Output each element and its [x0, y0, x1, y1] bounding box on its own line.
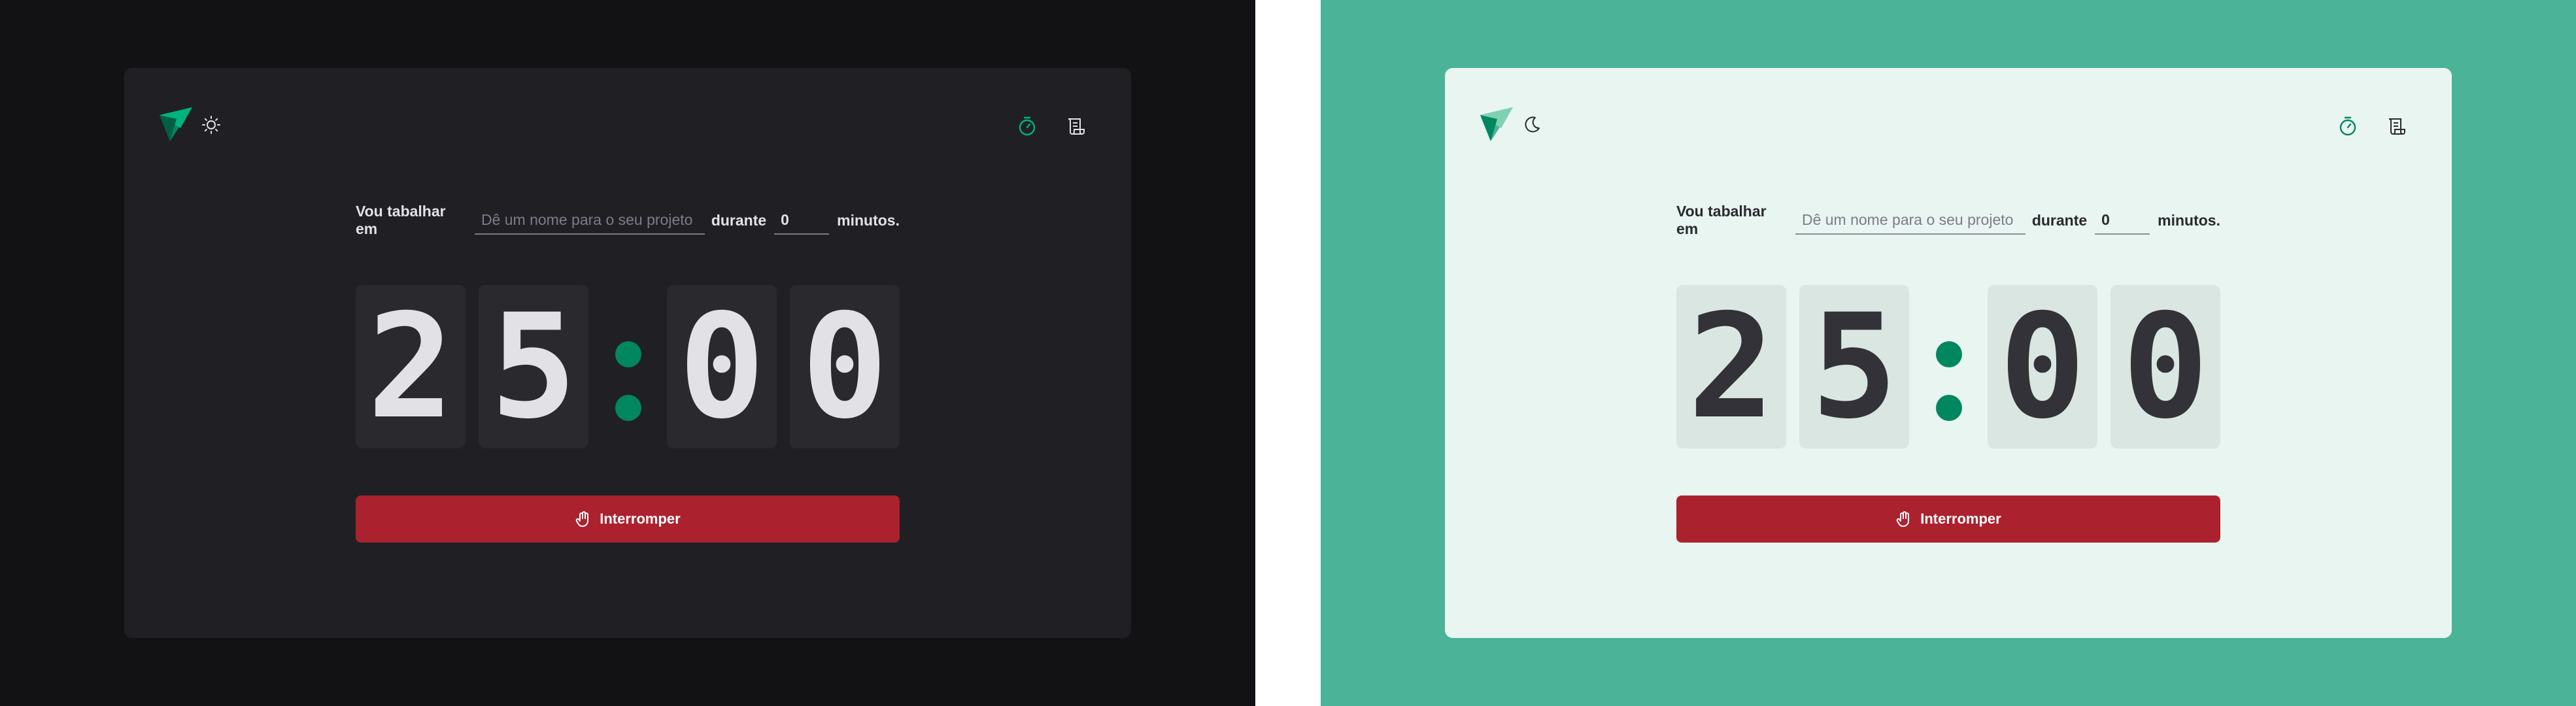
- timer-icon[interactable]: [2337, 115, 2359, 137]
- countdown: 2 5 0 0: [356, 285, 900, 448]
- minutes-input[interactable]: [2095, 206, 2150, 235]
- scroll-icon[interactable]: [1064, 115, 1087, 137]
- minutes-input[interactable]: [774, 206, 830, 235]
- seconds-tens-digit: 0: [667, 285, 777, 448]
- nav: [1016, 115, 1087, 137]
- form-middle-label: durante: [711, 211, 767, 229]
- stop-button[interactable]: Interromper: [1676, 496, 2220, 543]
- stop-button-label: Interromper: [1920, 511, 2001, 527]
- minutes-ones-digit: 5: [1799, 285, 1909, 448]
- task-form: Vou tabalhar em durante minutos.: [1676, 203, 2220, 237]
- hand-palm-icon: [575, 511, 589, 527]
- scroll-icon[interactable]: [2385, 115, 2407, 137]
- form-prefix-label: Vou tabalhar em: [356, 203, 446, 237]
- header: [1478, 105, 2407, 144]
- hand-palm-icon: [1896, 511, 1910, 527]
- seconds-ones-digit: 0: [2110, 285, 2220, 448]
- task-form: Vou tabalhar em durante minutos.: [356, 203, 900, 237]
- minutes-tens-digit: 2: [1676, 285, 1786, 448]
- task-input[interactable]: [1795, 206, 2025, 235]
- form-suffix-label: minutos.: [837, 211, 900, 229]
- seconds-tens-digit: 0: [1988, 285, 2097, 448]
- dark-theme-panel: Vou tabalhar em durante minutos. 2 5 0 0…: [0, 0, 1255, 706]
- timer-card: Vou tabalhar em durante minutos. 2 5 0 0…: [1445, 68, 2452, 638]
- countdown: 2 5 0 0: [1676, 285, 2220, 448]
- timer-card: Vou tabalhar em durante minutos. 2 5 0 0…: [124, 68, 1131, 638]
- moon-icon[interactable]: [1522, 115, 1542, 135]
- minutes-ones-digit: 5: [479, 285, 588, 448]
- logo-icon: [160, 107, 192, 141]
- sun-icon[interactable]: [201, 115, 221, 135]
- stop-button-label: Interromper: [600, 511, 681, 527]
- form-middle-label: durante: [2031, 211, 2088, 229]
- minutes-tens-digit: 2: [356, 285, 466, 448]
- form-prefix-label: Vou tabalhar em: [1676, 203, 1767, 237]
- task-input[interactable]: [474, 206, 705, 235]
- header: [157, 105, 1087, 144]
- form-suffix-label: minutos.: [2158, 211, 2220, 229]
- timer-icon[interactable]: [1016, 115, 1038, 137]
- logo-icon: [1480, 107, 1513, 141]
- stop-button[interactable]: Interromper: [356, 496, 900, 543]
- countdown-separator: [604, 285, 652, 448]
- nav: [2337, 115, 2407, 137]
- seconds-ones-digit: 0: [790, 285, 900, 448]
- light-theme-panel: Vou tabalhar em durante minutos. 2 5 0 0…: [1321, 0, 2576, 706]
- countdown-separator: [1925, 285, 1973, 448]
